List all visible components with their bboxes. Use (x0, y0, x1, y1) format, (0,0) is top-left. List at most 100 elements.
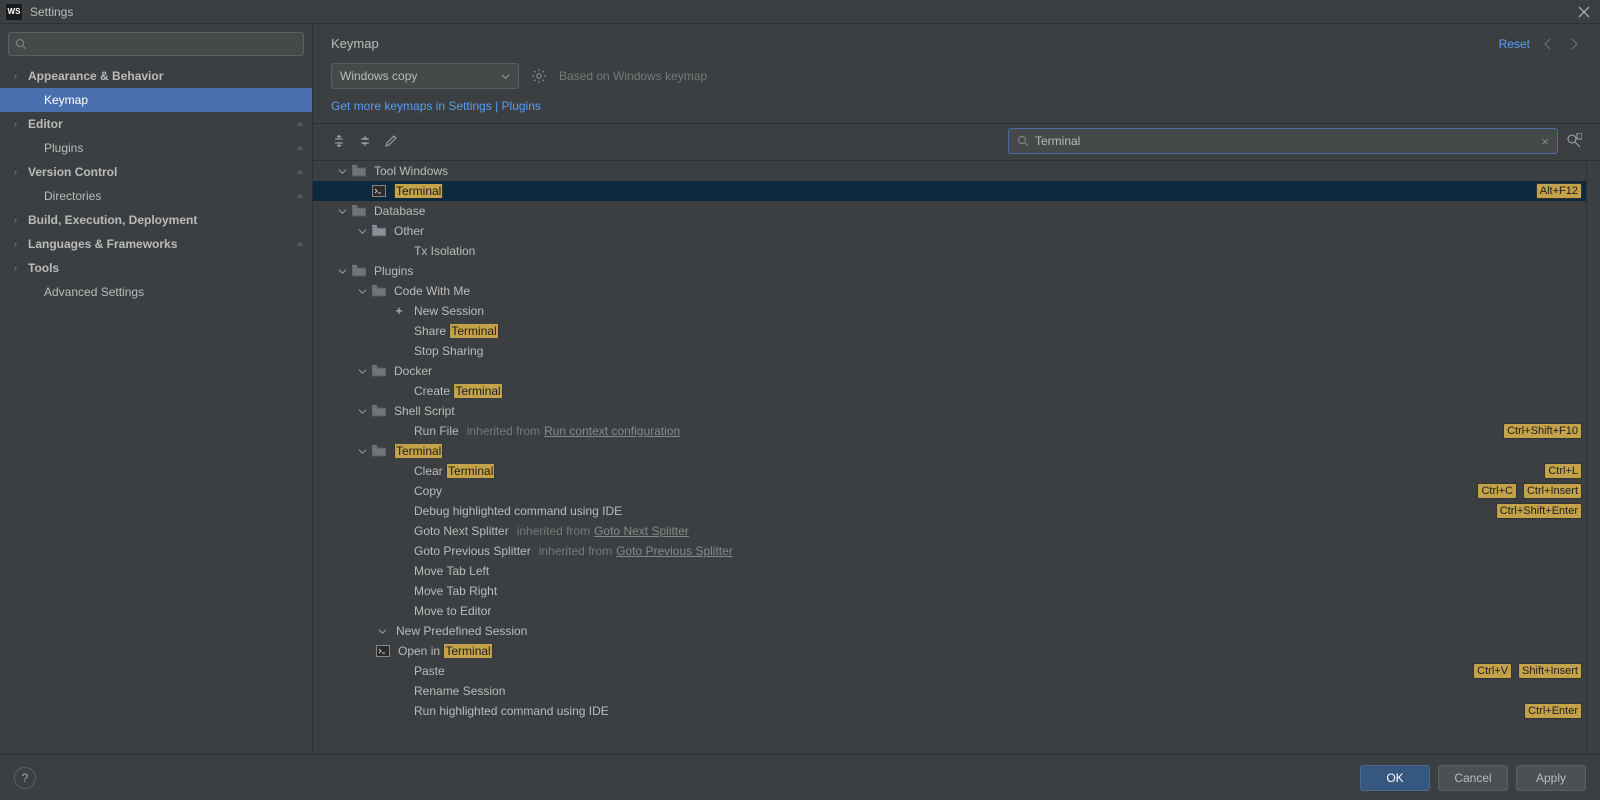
action-row[interactable]: TerminalAlt+F12 (313, 181, 1586, 201)
sidebar-item[interactable]: ›Appearance & Behavior (0, 64, 312, 88)
action-row[interactable]: Open in Terminal (313, 641, 1586, 661)
sidebar-item[interactable]: ›Build, Execution, Deployment (0, 208, 312, 232)
action-row[interactable]: Other (313, 221, 1586, 241)
sidebar-item-label: Appearance & Behavior (28, 69, 312, 83)
action-row[interactable]: Code With Me (313, 281, 1586, 301)
action-search[interactable]: × (1008, 128, 1558, 154)
action-row[interactable]: + New Session (313, 301, 1586, 321)
window-title: Settings (30, 5, 73, 19)
folder-icon (352, 265, 366, 277)
action-label: Docker (394, 364, 432, 378)
action-label: New Session (414, 304, 484, 318)
inherited-link[interactable]: Goto Next Splitter (594, 524, 689, 538)
sidebar-item-label: Build, Execution, Deployment (28, 213, 312, 227)
gear-icon[interactable] (531, 68, 547, 84)
action-label: Tx Isolation (414, 244, 475, 258)
inherited-link[interactable]: Run context configuration (544, 424, 680, 438)
action-row[interactable]: Goto Previous Splitter inherited from Go… (313, 541, 1586, 561)
sidebar-item[interactable]: ›Version Control▫ (0, 160, 312, 184)
sidebar-item[interactable]: Keymap (0, 88, 312, 112)
edit-shortcut-icon[interactable] (383, 133, 399, 149)
ok-button[interactable]: OK (1360, 765, 1430, 791)
chevron-down-icon (378, 627, 388, 636)
action-row[interactable]: Run File inherited from Run context conf… (313, 421, 1586, 441)
clear-search-icon[interactable]: × (1541, 134, 1549, 149)
action-search-input[interactable] (1035, 134, 1535, 148)
chevron-down-icon (358, 367, 368, 376)
shortcut-badge: Shift+Insert (1518, 663, 1582, 679)
project-settings-icon: ▫ (298, 117, 312, 131)
action-label: Move Tab Left (414, 564, 489, 578)
plus-icon: + (392, 304, 406, 318)
action-row[interactable]: Goto Next Splitter inherited from Goto N… (313, 521, 1586, 541)
shortcut-badge: Ctrl+Shift+F10 (1503, 423, 1582, 439)
inherited-link[interactable]: Goto Previous Splitter (616, 544, 733, 558)
sidebar-item[interactable]: ›Languages & Frameworks▫ (0, 232, 312, 256)
app-logo: WS (6, 4, 22, 20)
shortcut-badge: Ctrl+Shift+Enter (1496, 503, 1582, 519)
action-label: Run File (414, 424, 459, 438)
folder-icon (372, 225, 386, 237)
sidebar-item[interactable]: ›Tools (0, 256, 312, 280)
sidebar-item-label: Tools (28, 261, 312, 275)
action-row[interactable]: Tool Windows (313, 161, 1586, 181)
chevron-down-icon (338, 167, 348, 176)
action-row[interactable]: Rename Session (313, 681, 1586, 701)
action-label: Stop Sharing (414, 344, 483, 358)
reset-link[interactable]: Reset (1499, 37, 1530, 51)
sidebar-item[interactable]: Directories ▫ (0, 184, 312, 208)
shortcut-badge: Ctrl+Insert (1523, 483, 1582, 499)
action-row[interactable]: Share Terminal (313, 321, 1586, 341)
keymap-scheme-dropdown[interactable]: Windows copy (331, 63, 519, 89)
action-row[interactable]: Database (313, 201, 1586, 221)
sidebar-item[interactable]: Advanced Settings (0, 280, 312, 304)
action-row[interactable]: Stop Sharing (313, 341, 1586, 361)
action-row[interactable]: Paste Ctrl+V Shift+Insert (313, 661, 1586, 681)
action-row[interactable]: New Predefined Session (313, 621, 1586, 641)
action-row[interactable]: Shell Script (313, 401, 1586, 421)
chevron-down-icon (338, 267, 348, 276)
action-row[interactable]: Move Tab Left (313, 561, 1586, 581)
action-row[interactable]: Copy Ctrl+C Ctrl+Insert (313, 481, 1586, 501)
action-label: Paste (414, 664, 445, 678)
sidebar-tree: ›Appearance & BehaviorKeymap›Editor▫Plug… (0, 64, 312, 754)
sidebar-search-input[interactable] (32, 37, 297, 51)
sidebar-item-label: Advanced Settings (44, 285, 312, 299)
action-row[interactable]: Run highlighted command using IDECtrl+En… (313, 701, 1586, 721)
action-label: Run highlighted command using IDE (414, 704, 609, 718)
shortcut-badge: Ctrl+C (1477, 483, 1516, 499)
action-row[interactable]: Clear TerminalCtrl+L (313, 461, 1586, 481)
action-label: Move to Editor (414, 604, 491, 618)
cancel-button[interactable]: Cancel (1438, 765, 1508, 791)
sidebar-item-label: Directories (44, 189, 294, 203)
action-row[interactable]: Terminal (313, 441, 1586, 461)
action-label: Copy (414, 484, 442, 498)
back-icon[interactable] (1542, 38, 1556, 50)
help-button[interactable]: ? (14, 767, 36, 789)
action-row[interactable]: Debug highlighted command using IDECtrl+… (313, 501, 1586, 521)
action-row[interactable]: Plugins (313, 261, 1586, 281)
shortcut-badge: Ctrl+V (1473, 663, 1512, 679)
action-row[interactable]: Create Terminal (313, 381, 1586, 401)
get-more-keymaps-link[interactable]: Get more keymaps in Settings | Plugins (331, 99, 541, 113)
action-label: Plugins (374, 264, 413, 278)
action-row[interactable]: Tx Isolation (313, 241, 1586, 261)
action-tree[interactable]: Tool WindowsTerminalAlt+F12DatabaseOther… (313, 161, 1586, 754)
sidebar-item[interactable]: ›Editor▫ (0, 112, 312, 136)
action-row[interactable]: Move Tab Right (313, 581, 1586, 601)
collapse-all-icon[interactable] (357, 133, 373, 149)
action-label: Move Tab Right (414, 584, 497, 598)
project-settings-icon: ▫ (298, 189, 312, 203)
scrollbar[interactable] (1586, 161, 1600, 754)
find-by-shortcut-icon[interactable] (1566, 133, 1582, 149)
action-row[interactable]: Docker (313, 361, 1586, 381)
content-pane: Keymap Reset Windows copy Bas (313, 24, 1600, 754)
forward-icon[interactable] (1568, 38, 1582, 50)
apply-button[interactable]: Apply (1516, 765, 1586, 791)
close-icon[interactable] (1574, 2, 1594, 22)
sidebar-item[interactable]: Plugins▫ (0, 136, 312, 160)
sidebar-item-label: Editor (28, 117, 294, 131)
expand-all-icon[interactable] (331, 133, 347, 149)
sidebar-search[interactable] (8, 32, 304, 56)
action-row[interactable]: Move to Editor (313, 601, 1586, 621)
